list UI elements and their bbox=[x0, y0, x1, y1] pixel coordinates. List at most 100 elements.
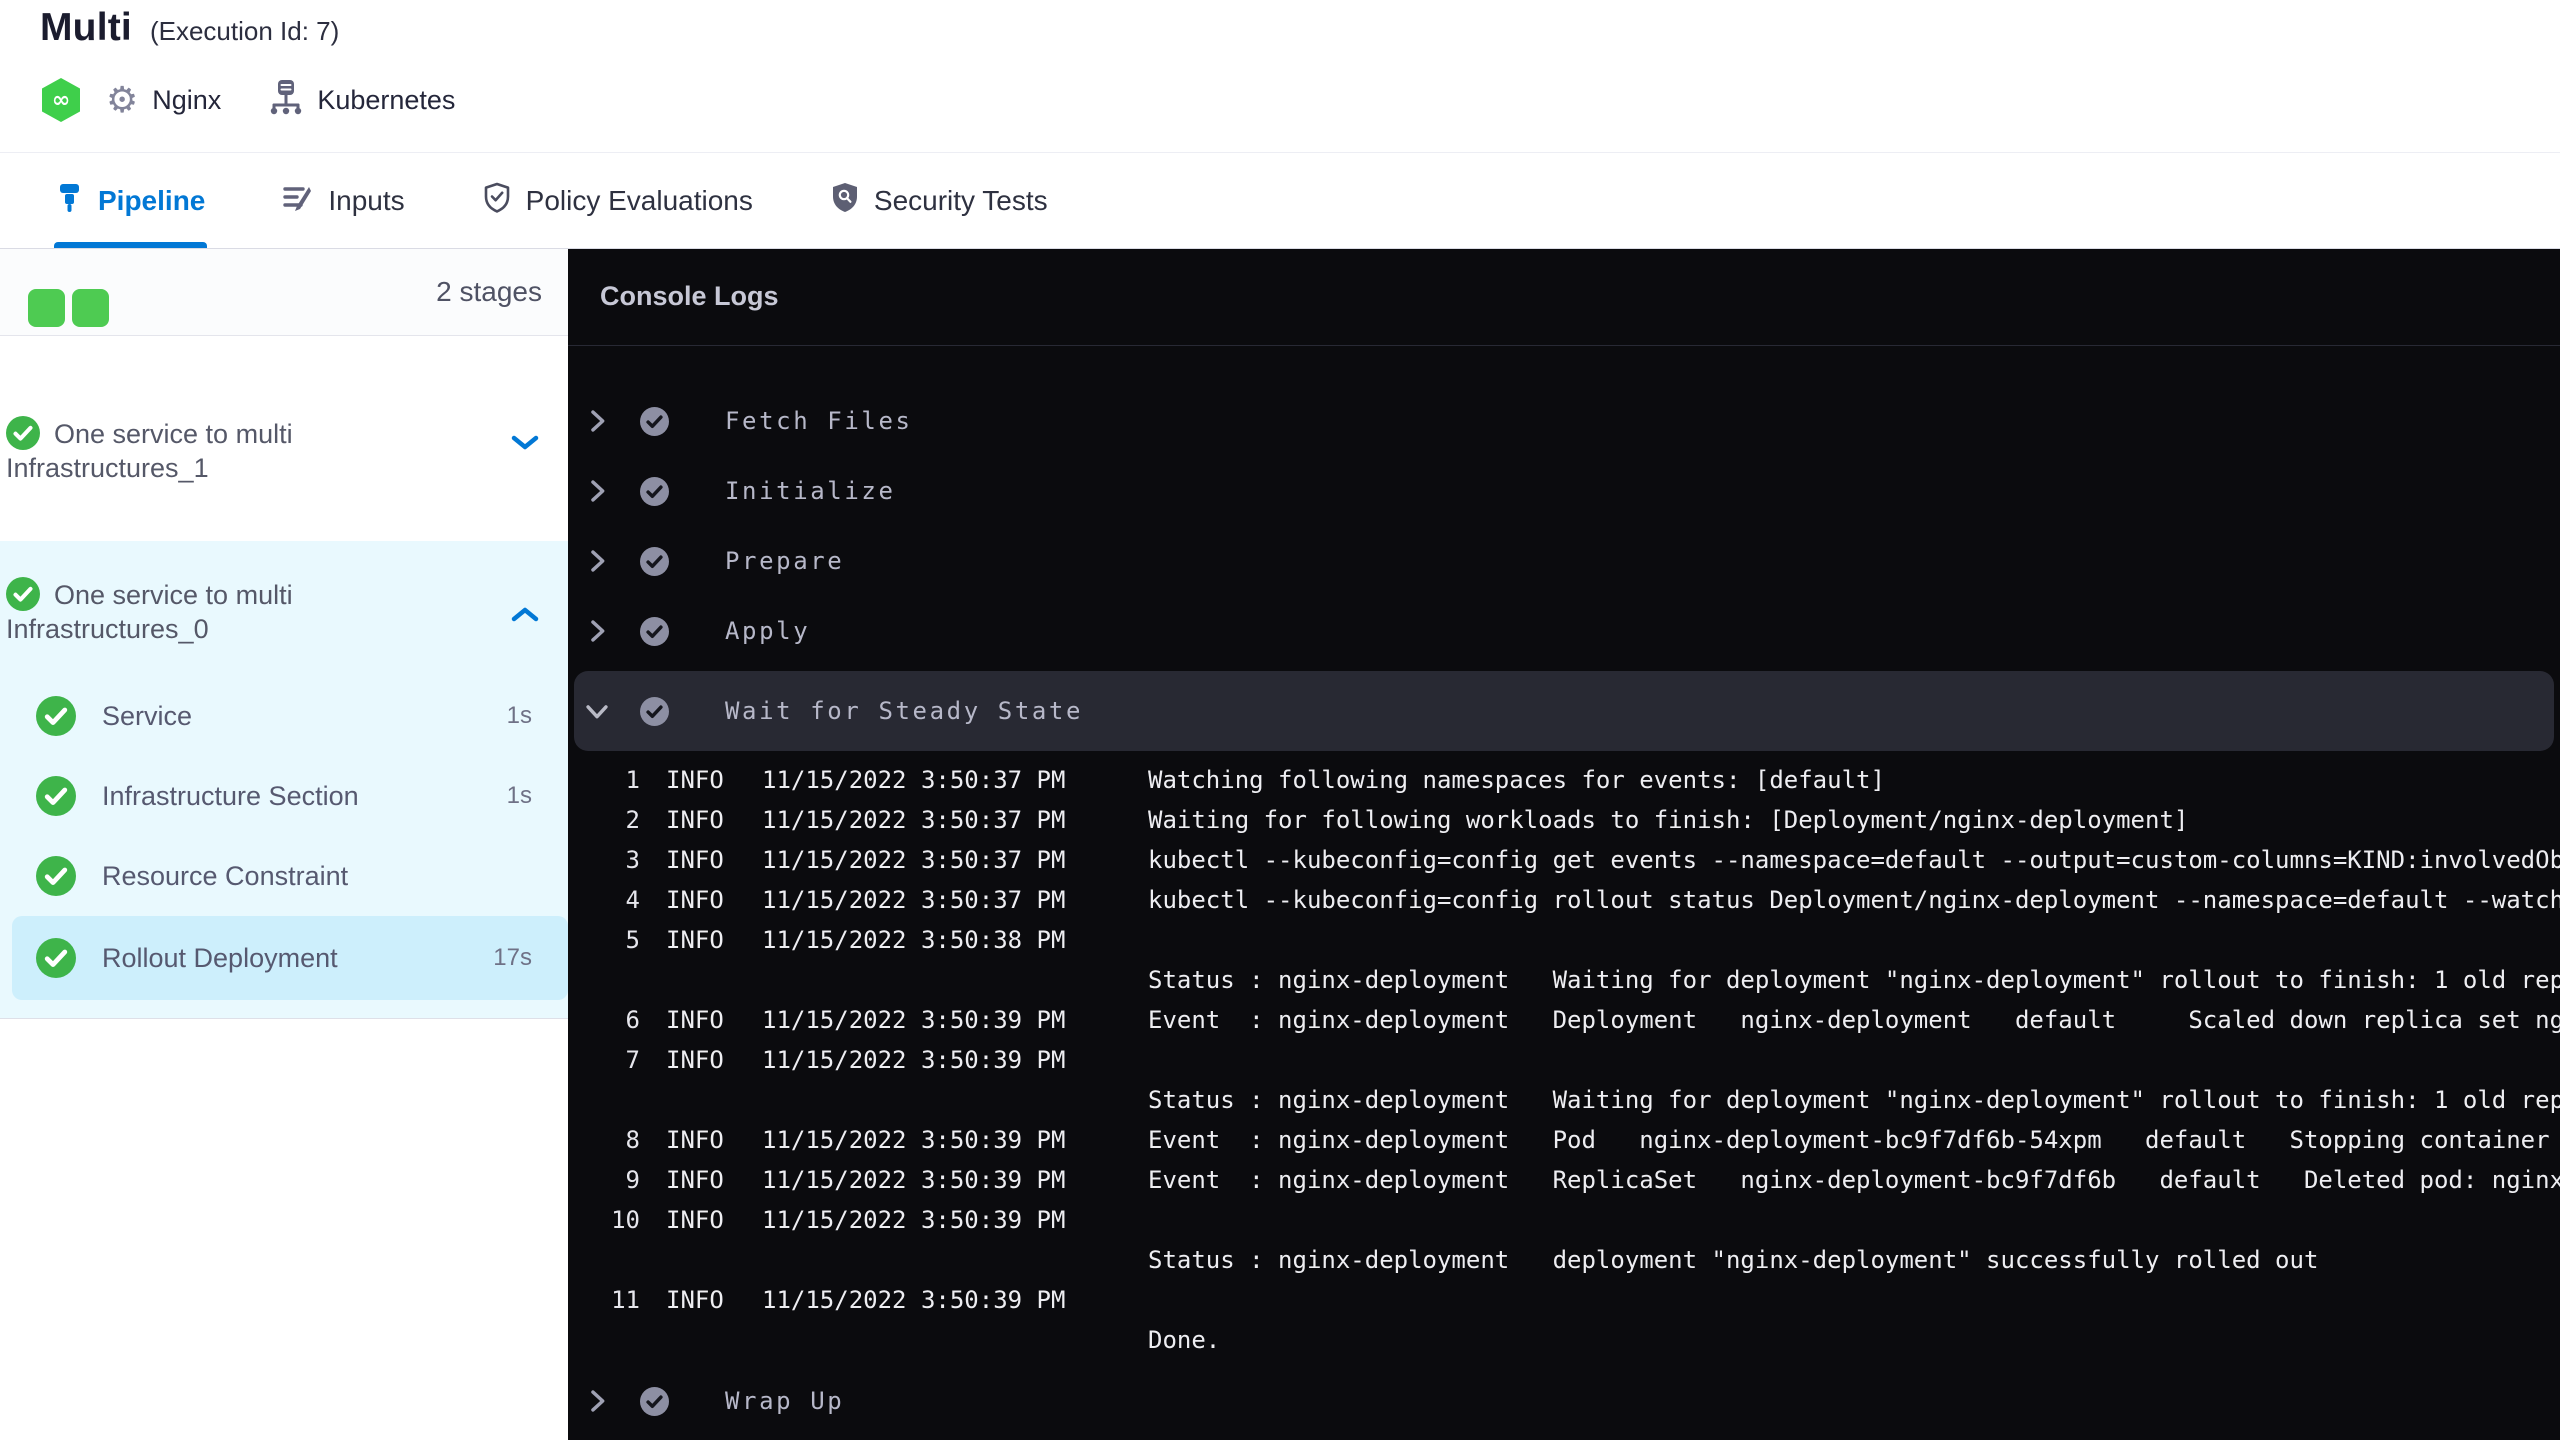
log-message: Status : nginx-deployment Waiting for de… bbox=[1148, 966, 2560, 994]
step-row[interactable]: Infrastructure Section 1s bbox=[0, 756, 568, 836]
meta-row: ∞ ⚙ Nginx Kubernetes bbox=[40, 76, 455, 124]
log-level: INFO bbox=[666, 806, 724, 834]
log-timestamp: 11/15/2022 3:50:39 PM bbox=[762, 1286, 1066, 1314]
log-level: INFO bbox=[666, 766, 724, 794]
log-line-number: 6 bbox=[625, 1006, 640, 1034]
step-name: Service bbox=[102, 700, 193, 731]
step-name: Resource Constraint bbox=[102, 860, 349, 891]
pipeline-execution-page: Multi (Execution Id: 7) ∞ ⚙ Nginx Kubern… bbox=[0, 0, 2560, 1440]
tab-inputs-label: Inputs bbox=[328, 184, 405, 216]
log-line: 4 INFO 11/15/2022 3:50:37 PM kubectl --kube… bbox=[568, 880, 2560, 920]
log-level: INFO bbox=[666, 1206, 724, 1234]
execution-id: (Execution Id: 7) bbox=[149, 16, 340, 46]
tab-policy-evaluations[interactable]: Policy Evaluations bbox=[481, 153, 755, 248]
success-check-icon bbox=[640, 616, 669, 646]
console-log-list: 1 INFO 11/15/2022 3:50:37 PM Watching follo… bbox=[568, 756, 2560, 1366]
tab-pipeline[interactable]: Pipeline bbox=[54, 153, 208, 248]
step-row[interactable]: Resource Constraint bbox=[0, 836, 568, 916]
chevron-down-icon[interactable] bbox=[584, 698, 610, 724]
log-timestamp: 11/15/2022 3:50:37 PM bbox=[762, 766, 1066, 794]
chevron-right-icon[interactable] bbox=[584, 1388, 610, 1414]
success-check-icon bbox=[36, 856, 76, 896]
log-line: Status : nginx-deployment Waiting for de… bbox=[568, 960, 2560, 1000]
step-duration: 1s bbox=[506, 782, 532, 809]
policy-shield-check-icon bbox=[483, 182, 511, 219]
chevron-down-icon[interactable] bbox=[510, 432, 540, 454]
content: 2 stages One service to multi Infrastruc… bbox=[0, 249, 2560, 1440]
log-timestamp: 11/15/2022 3:50:39 PM bbox=[762, 1206, 1066, 1234]
log-message: kubectl --kubeconfig=config rollout stat… bbox=[1148, 886, 2560, 914]
success-check-icon bbox=[6, 577, 40, 611]
log-message: Event : nginx-deployment Pod nginx-deplo… bbox=[1148, 1126, 2560, 1154]
step-row[interactable]: Service 1s bbox=[0, 676, 568, 756]
log-level: INFO bbox=[666, 1006, 724, 1034]
console-step-label: Prepare bbox=[725, 547, 845, 575]
log-timestamp: 11/15/2022 3:50:39 PM bbox=[762, 1166, 1066, 1194]
log-line: 10 INFO 11/15/2022 3:50:39 PM bbox=[568, 1200, 2560, 1240]
log-line-number: 9 bbox=[625, 1166, 640, 1194]
success-check-icon bbox=[640, 546, 669, 576]
log-line-number: 10 bbox=[611, 1206, 640, 1234]
log-line: Status : nginx-deployment Waiting for de… bbox=[568, 1080, 2560, 1120]
console-step-apply[interactable]: Apply bbox=[568, 596, 2560, 666]
log-line: Done. bbox=[568, 1320, 2560, 1360]
stage-status-square-1[interactable] bbox=[28, 289, 65, 327]
chevron-up-icon[interactable] bbox=[510, 603, 540, 625]
log-message: Status : nginx-deployment Waiting for de… bbox=[1148, 1086, 2560, 1114]
log-timestamp: 11/15/2022 3:50:39 PM bbox=[762, 1126, 1066, 1154]
stage-row-infrastructures-0[interactable]: One service to multi Infrastructures_0 bbox=[0, 541, 568, 676]
tab-policy-evaluations-label: Policy Evaluations bbox=[525, 184, 753, 216]
console-header: Console Logs bbox=[568, 249, 2560, 346]
stage-row-infrastructures-1[interactable]: One service to multi Infrastructures_1 bbox=[0, 336, 568, 541]
log-line: 11 INFO 11/15/2022 3:50:39 PM bbox=[568, 1280, 2560, 1320]
console-step-label: Apply bbox=[725, 617, 811, 645]
log-message: Waiting for following workloads to finis… bbox=[1148, 806, 2189, 834]
chevron-right-icon[interactable] bbox=[584, 408, 610, 434]
log-level: INFO bbox=[666, 1286, 724, 1314]
log-level: INFO bbox=[666, 926, 724, 954]
harness-stage-icon: ∞ bbox=[40, 77, 82, 123]
stage-count-label: 2 stages bbox=[436, 276, 542, 307]
stages-summary-bar: 2 stages bbox=[0, 249, 568, 336]
infrastructure-name: Kubernetes bbox=[317, 84, 456, 115]
step-name: Rollout Deployment bbox=[102, 942, 338, 973]
log-message: Event : nginx-deployment ReplicaSet ngin… bbox=[1148, 1166, 2560, 1194]
step-row[interactable]: Rollout Deployment 17s bbox=[12, 916, 568, 1000]
pipeline-icon bbox=[56, 183, 83, 218]
log-level: INFO bbox=[666, 1126, 724, 1154]
log-line-number: 8 bbox=[625, 1126, 640, 1154]
tab-security-tests-label: Security Tests bbox=[873, 184, 1048, 216]
stage-group-infrastructures-0: One service to multi Infrastructures_0 S… bbox=[0, 541, 568, 1019]
page-title: Multi bbox=[40, 6, 132, 49]
security-shield-scan-icon bbox=[831, 182, 859, 219]
chevron-right-icon[interactable] bbox=[584, 618, 610, 644]
log-line: 2 INFO 11/15/2022 3:50:37 PM Waiting for fo… bbox=[568, 800, 2560, 840]
service-gear-icon: ⚙ bbox=[106, 79, 139, 120]
console-step-initialize[interactable]: Initialize bbox=[568, 456, 2560, 526]
inputs-icon bbox=[283, 183, 313, 218]
step-name: Infrastructure Section bbox=[102, 780, 359, 811]
console-step-wait-for-steady-state[interactable]: Wait for Steady State bbox=[574, 671, 2554, 751]
log-timestamp: 11/15/2022 3:50:37 PM bbox=[762, 846, 1066, 874]
console-body: Fetch Files Initialize Prepare Apply Wai… bbox=[568, 346, 2560, 1436]
console-step-fetch-files[interactable]: Fetch Files bbox=[568, 386, 2560, 456]
stage-status-square-2[interactable] bbox=[72, 289, 109, 327]
log-line-number: 11 bbox=[611, 1286, 640, 1314]
success-check-icon bbox=[640, 476, 669, 506]
console-step-wrap-up[interactable]: Wrap Up bbox=[568, 1366, 2560, 1436]
log-message: kubectl --kubeconfig=config get events -… bbox=[1148, 846, 2560, 874]
log-line: 6 INFO 11/15/2022 3:50:39 PM Event : nginx-… bbox=[568, 1000, 2560, 1040]
log-timestamp: 11/15/2022 3:50:37 PM bbox=[762, 806, 1066, 834]
console-step-label: Wrap Up bbox=[725, 1387, 845, 1415]
log-level: INFO bbox=[666, 886, 724, 914]
tab-security-tests[interactable]: Security Tests bbox=[829, 153, 1050, 248]
chevron-right-icon[interactable] bbox=[584, 548, 610, 574]
chevron-right-icon[interactable] bbox=[584, 478, 610, 504]
tab-inputs[interactable]: Inputs bbox=[281, 153, 406, 248]
console-step-prepare[interactable]: Prepare bbox=[568, 526, 2560, 596]
log-line: 9 INFO 11/15/2022 3:50:39 PM Event : nginx-… bbox=[568, 1160, 2560, 1200]
log-timestamp: 11/15/2022 3:50:39 PM bbox=[762, 1046, 1066, 1074]
step-duration: 17s bbox=[493, 944, 532, 971]
log-message: Done. bbox=[1148, 1326, 1221, 1354]
log-line: 5 INFO 11/15/2022 3:50:38 PM bbox=[568, 920, 2560, 960]
